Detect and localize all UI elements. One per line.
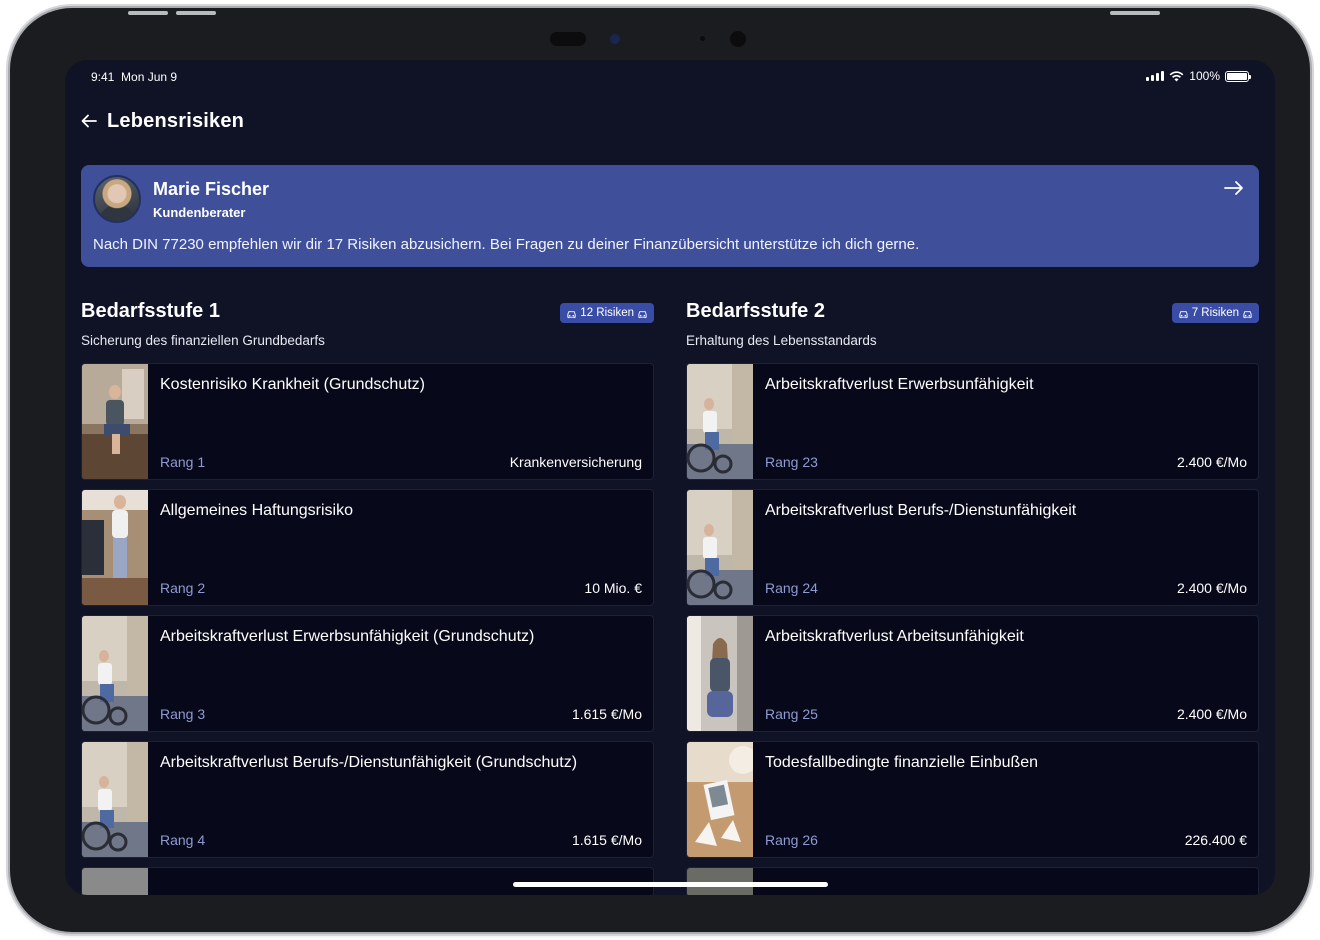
risk-value: 2.400 €/Mo — [1176, 706, 1247, 722]
risk-card[interactable]: Allgemeines Haftungsrisiko Rang 2 10 Mio… — [81, 489, 654, 606]
risk-value: Krankenversicherung — [509, 454, 642, 470]
risk-value: 1.615 €/Mo — [571, 706, 642, 722]
risk-thumbnail — [687, 616, 753, 731]
risk-count-badge: 12 Risiken — [560, 303, 654, 323]
risk-value: 2.400 €/Mo — [1176, 580, 1247, 596]
volume-button — [176, 11, 216, 15]
advisor-name: Marie Fischer — [153, 179, 270, 199]
risk-thumbnail — [82, 616, 148, 731]
risk-card[interactable]: Arbeitskraftverlust Berufs-/Dienstunfähi… — [81, 741, 654, 858]
stage-subtitle: Erhaltung des Lebensstandards — [686, 333, 877, 348]
advisor-card[interactable]: Marie Fischer Kundenberater Nach DIN 772… — [81, 165, 1259, 267]
car-icon — [638, 310, 647, 318]
risk-card[interactable]: Todesfallbedingte finanzielle Einbußen R… — [686, 741, 1259, 858]
risk-thumbnail — [82, 364, 148, 479]
risk-thumbnail — [687, 742, 753, 857]
risk-rank: Rang 25 — [765, 706, 818, 722]
risk-rank: Rang 23 — [765, 454, 818, 470]
risk-card[interactable]: Arbeitskraftverlust Erwerbsunfähigkeit (… — [81, 615, 654, 732]
stage-title: Bedarfsstufe 1 — [81, 300, 220, 322]
risk-thumbnail — [687, 364, 753, 479]
risk-title: Arbeitskraftverlust Erwerbsunfähigkeit — [765, 376, 1034, 393]
advisor-role: Kundenberater — [153, 205, 246, 220]
risk-rank: Rang 26 — [765, 832, 818, 848]
risk-rank: Rang 24 — [765, 580, 818, 596]
power-button — [1110, 11, 1160, 15]
risk-card-partial[interactable] — [81, 867, 654, 895]
stage-title: Bedarfsstufe 2 — [686, 300, 825, 322]
wifi-icon — [1169, 70, 1184, 81]
risk-title: Kostenrisiko Krankheit (Grundschutz) — [160, 376, 425, 393]
car-icon — [1243, 310, 1252, 318]
risk-count-badge: 7 Risiken — [1171, 303, 1259, 323]
risk-rank: Rang 2 — [160, 580, 206, 596]
page-title: Lebensrisiken — [107, 109, 245, 132]
risk-rank: Rang 4 — [160, 832, 206, 848]
risk-title: Arbeitskraftverlust Erwerbsunfähigkeit (… — [160, 628, 535, 645]
risk-card[interactable]: Arbeitskraftverlust Arbeitsunfähigkeit R… — [686, 615, 1259, 732]
risk-card[interactable]: Arbeitskraftverlust Berufs-/Dienstunfähi… — [686, 489, 1259, 606]
risk-value: 226.400 € — [1184, 832, 1247, 848]
risk-card[interactable]: Arbeitskraftverlust Erwerbsunfähigkeit R… — [686, 363, 1259, 480]
risk-title: Arbeitskraftverlust Arbeitsunfähigkeit — [765, 628, 1024, 645]
risk-thumbnail — [82, 490, 148, 605]
back-button[interactable] — [81, 108, 97, 134]
risk-value: 1.615 €/Mo — [571, 832, 642, 848]
risk-thumbnail — [687, 490, 753, 605]
battery-icon — [1225, 70, 1251, 82]
risk-title: Arbeitskraftverlust Berufs-/Dienstunfähi… — [160, 754, 578, 771]
cellular-signal-icon — [1146, 71, 1165, 81]
risk-title: Todesfallbedingte finanzielle Einbußen — [765, 754, 1039, 771]
volume-button — [128, 11, 168, 15]
risk-value: 10 Mio. € — [584, 580, 642, 596]
risk-thumbnail — [82, 742, 148, 857]
risk-rank: Rang 1 — [160, 454, 206, 470]
risk-title: Allgemeines Haftungsrisiko — [160, 502, 353, 519]
page-header: Lebensrisiken — [81, 108, 244, 134]
tablet-frame: 9:41 Mon Jun 9 100% Lebensrisiken Marie … — [10, 8, 1310, 932]
home-indicator[interactable] — [513, 882, 828, 887]
car-icon — [567, 310, 576, 318]
risk-rank: Rang 3 — [160, 706, 206, 722]
advisor-message: Nach DIN 77230 empfehlen wir dir 17 Risi… — [93, 236, 920, 253]
arrow-right-icon — [1224, 181, 1243, 195]
advisor-avatar — [93, 175, 141, 223]
risk-card[interactable]: Kostenrisiko Krankheit (Grundschutz) Ran… — [81, 363, 654, 480]
app-screen: 9:41 Mon Jun 9 100% Lebensrisiken Marie … — [65, 60, 1275, 895]
car-icon — [1179, 310, 1188, 318]
status-bar: 9:41 Mon Jun 9 100% — [65, 60, 1275, 94]
arrow-left-icon — [81, 114, 97, 128]
stage-subtitle: Sicherung des finanziellen Grundbedarfs — [81, 333, 325, 348]
risk-title: Arbeitskraftverlust Berufs-/Dienstunfähi… — [765, 502, 1077, 519]
battery-percentage: 100% — [1189, 69, 1220, 83]
advisor-open-button[interactable] — [1223, 179, 1245, 199]
risk-value: 2.400 €/Mo — [1176, 454, 1247, 470]
camera-bar — [550, 28, 770, 50]
status-time: 9:41 Mon Jun 9 — [91, 70, 178, 84]
risk-thumbnail — [82, 868, 148, 895]
risk-card-partial[interactable] — [686, 867, 1259, 895]
